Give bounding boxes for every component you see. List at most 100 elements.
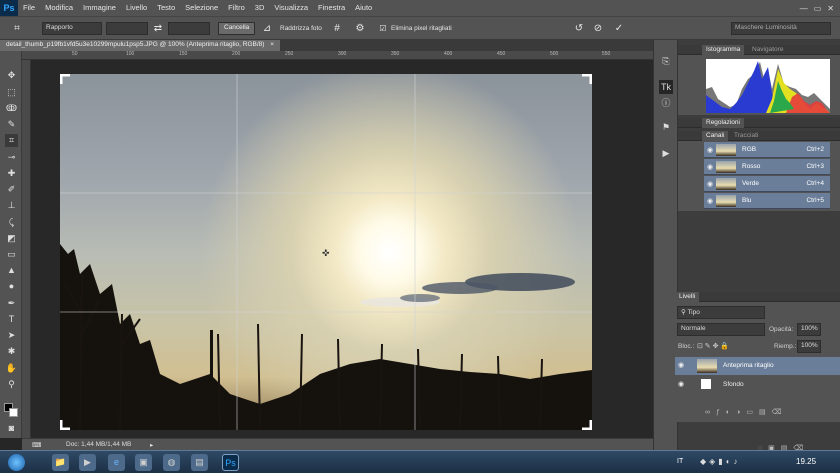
tab-paths[interactable]: Tracciati [730,131,762,141]
lasso-tool-icon[interactable]: ↂ [5,102,18,115]
menu-livello[interactable]: Livello [121,0,152,16]
clone-stamp-tool-icon[interactable]: ⊥ [5,199,18,212]
ie-taskbar-icon[interactable]: e [108,454,125,471]
menu-filtro[interactable]: Filtro [223,0,250,16]
app-taskbar-icon[interactable]: ▣ [135,454,152,471]
eye-icon[interactable]: ◉ [707,197,713,205]
opacity-input[interactable]: 100% [797,323,821,336]
menu-aiuto[interactable]: Aiuto [350,0,377,16]
menu-testo[interactable]: Testo [152,0,180,16]
menu-finestra[interactable]: Finestra [313,0,350,16]
tk-panel-icon[interactable]: Tk [659,80,673,94]
channel-row[interactable]: ◉ Rosso Ctrl+3 [704,159,830,175]
eye-icon[interactable]: ◉ [707,180,713,188]
fill-input[interactable]: 100% [797,340,821,353]
type-tool-icon[interactable]: T [5,313,18,326]
gradient-tool-icon[interactable]: ▭ [5,248,18,261]
channel-row[interactable]: ◉ Blu Ctrl+5 [704,193,830,209]
history-panel-icon[interactable]: ⎘ [659,54,673,68]
menu-visualizza[interactable]: Visualizza [269,0,313,16]
start-button[interactable] [8,454,25,471]
eye-icon[interactable]: ◉ [678,380,684,388]
chrome-taskbar-icon[interactable]: ◍ [163,454,180,471]
dodge-tool-icon[interactable]: ● [5,280,18,293]
document-tab[interactable]: detail_thumb_p19fb1vfd5u3e10299mpulu1psp… [0,40,281,51]
quick-selection-tool-icon[interactable]: ✎ [5,118,18,131]
crop-tool-preset-icon[interactable]: ⌗ [10,22,24,36]
cancel-crop-icon[interactable]: ⊘ [591,22,605,36]
status-menu-arrow-icon[interactable]: ▸ [150,441,153,449]
menu-immagine[interactable]: Immagine [78,0,121,16]
marquee-tool-icon[interactable]: ⬚ [5,86,18,99]
layers-footer-icons[interactable]: ∞ƒ◐◑▭▤⌫ [705,408,787,416]
workspace-select[interactable]: Maschere Luminosità [731,22,831,35]
reset-icon[interactable]: ↺ [572,22,586,36]
zoom-tool-icon[interactable]: ⚲ [5,378,18,391]
eyedropper-tool-icon[interactable]: ⊸ [5,151,18,164]
menu-file[interactable]: File [18,0,40,16]
channel-row[interactable]: ◉ Verde Ctrl+4 [704,176,830,192]
tab-layers[interactable]: Livelli [675,292,700,302]
shape-tool-icon[interactable]: ✱ [5,345,18,358]
delete-cropped-label[interactable]: Elimina pixel ritagliati [391,25,452,32]
close-doc-icon[interactable]: × [270,41,274,48]
explorer-taskbar-icon[interactable]: 📁 [52,454,69,471]
blur-tool-icon[interactable]: ▲ [5,264,18,277]
swap-ratio-icon[interactable]: ⇄ [151,22,165,36]
tab-channels[interactable]: Canali [702,131,729,141]
doc-size-info[interactable]: Doc: 1,44 MB/1,44 MB [66,441,131,448]
tab-adjustments[interactable]: Regolazioni [702,118,744,128]
actions-play-icon[interactable]: ▶ [659,146,673,160]
commit-crop-icon[interactable]: ✓ [612,22,626,36]
delete-cropped-checkbox[interactable]: ☑ [378,22,388,36]
history-brush-tool-icon[interactable]: ⤹ [5,216,18,229]
healing-brush-tool-icon[interactable]: ✚ [5,167,18,180]
menu-modifica[interactable]: Modifica [40,0,78,16]
language-indicator[interactable]: IT [677,458,683,465]
hand-tool-icon[interactable]: ✋ [5,362,18,375]
settings-gear-icon[interactable]: ⚙ [353,22,367,36]
tab-navigator[interactable]: Navigatore [748,45,787,55]
brush-tool-icon[interactable]: ✐ [5,183,18,196]
clock[interactable]: 19.25 [796,457,816,466]
quick-mask-icon[interactable]: ◙ [5,422,18,435]
ruler-horizontal[interactable]: 50 100 150 200 250 300 350 400 450 500 5… [22,51,653,60]
straighten-icon[interactable]: ⊿ [260,22,274,36]
ruler-vertical[interactable] [22,60,31,438]
ratio-width-input[interactable] [106,22,148,35]
maximize-button[interactable]: ▭ [814,4,822,13]
channel-row[interactable]: ◉ RGB Ctrl+2 [704,142,830,158]
ratio-height-input[interactable] [168,22,210,35]
status-icon[interactable]: ⌨ [32,441,41,449]
background-color-swatch[interactable] [9,408,18,417]
clear-button[interactable]: Cancella [218,22,256,35]
menu-selezione[interactable]: Selezione [180,0,223,16]
tray-icons[interactable]: ◆◈▮◐♪ [700,457,741,466]
properties-panel-icon[interactable]: ⚑ [659,120,673,134]
path-selection-tool-icon[interactable]: ➤ [5,329,18,342]
move-tool-icon[interactable]: ✥ [5,69,18,82]
pen-tool-icon[interactable]: ✒ [5,297,18,310]
minimize-button[interactable]: — [800,4,808,13]
crop-tool-icon[interactable]: ⌗ [5,134,18,147]
straighten-label[interactable]: Raddrizza foto [280,25,322,32]
tool-taskbar-icon[interactable]: ▤ [191,454,208,471]
overlay-grid-icon[interactable]: # [330,22,344,36]
ratio-select[interactable]: Rapporto [42,22,102,35]
layer-row[interactable]: ◉ Sfondo [675,376,840,394]
info-panel-icon[interactable]: ⓘ [659,96,673,110]
menu-3d[interactable]: 3D [250,0,270,16]
media-taskbar-icon[interactable]: ▶ [79,454,96,471]
close-button[interactable]: ✕ [827,4,834,13]
eraser-tool-icon[interactable]: ◩ [5,232,18,245]
tab-histogram[interactable]: Istogramma [702,45,745,55]
lock-icons[interactable]: ⊡ ✎ ✥ 🔒 [697,342,729,350]
photoshop-taskbar-icon[interactable]: Ps [222,454,239,471]
eye-icon[interactable]: ◉ [707,163,713,171]
photo-canvas[interactable]: ✜ [60,74,592,430]
canvas-area[interactable]: ✜ [31,60,653,438]
layers-filter-select[interactable]: ⚲ Tipo [677,306,765,319]
eye-icon[interactable]: ◉ [678,361,684,369]
layer-row[interactable]: ◉ Anteprima ritaglio [675,357,840,375]
blend-mode-select[interactable]: Normale [677,323,765,336]
